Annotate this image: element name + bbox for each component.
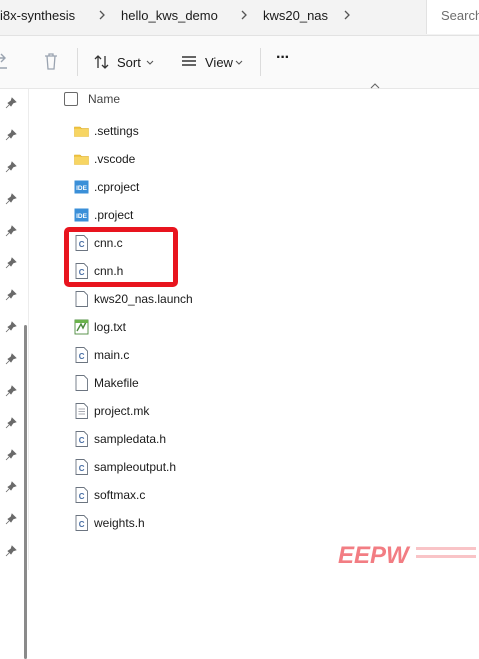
file-row[interactable]: kws20_nas.launch [74, 288, 374, 310]
c-source-file-icon: C [74, 459, 89, 475]
command-bar: Sort View ··· [0, 36, 479, 89]
highlight-annotation [64, 227, 178, 287]
address-bar: i8x-synthesis hello_kws_demo kws20_nas S… [0, 0, 479, 36]
file-name: sampledata.h [94, 432, 167, 446]
folder-icon [74, 123, 89, 139]
file-row[interactable]: project.mk [74, 400, 374, 422]
c-source-file-icon: C [74, 431, 89, 447]
file-name: kws20_nas.launch [94, 292, 193, 306]
pin-icon[interactable] [5, 545, 17, 557]
file-row[interactable]: IDE .cproject [74, 176, 374, 198]
chevron-down-icon [235, 60, 243, 65]
scrollbar-thumb[interactable] [24, 325, 27, 659]
svg-text:IDE: IDE [76, 213, 88, 220]
breadcrumb-chevron-icon[interactable] [343, 8, 351, 22]
file-name: sampleoutput.h [94, 460, 177, 474]
pin-icon[interactable] [5, 97, 17, 109]
file-name: project.mk [94, 404, 150, 418]
file-row[interactable]: Csoftmax.c [74, 484, 374, 506]
pin-icon[interactable] [5, 161, 17, 173]
file-row[interactable]: .settings [74, 120, 374, 142]
search-placeholder: Search [441, 8, 479, 23]
file-name: .settings [94, 124, 139, 138]
file-name: main.c [94, 348, 130, 362]
c-source-file-icon: C [74, 347, 89, 363]
text-file-icon [74, 319, 89, 335]
c-source-file-icon: C [74, 487, 89, 503]
file-row[interactable]: IDE .project [74, 204, 374, 226]
breadcrumb-chevron-icon [99, 10, 105, 20]
file-name: .cproject [94, 180, 140, 194]
blank-file-icon [74, 375, 89, 391]
share-icon[interactable] [0, 50, 12, 74]
file-row[interactable]: .vscode [74, 148, 374, 170]
view-label: View [205, 55, 233, 70]
pin-icon[interactable] [5, 513, 17, 525]
svg-text:IDE: IDE [76, 185, 88, 192]
ide-file-icon: IDE [74, 207, 89, 223]
pin-icon[interactable] [5, 449, 17, 461]
select-all-checkbox[interactable] [64, 92, 78, 106]
breadcrumb-i8x-synthesis[interactable]: i8x-synthesis [0, 8, 75, 23]
file-name: .vscode [94, 152, 136, 166]
file-row[interactable]: Csampleoutput.h [74, 456, 374, 478]
search-input[interactable]: Search [426, 0, 479, 34]
svg-text:C: C [79, 352, 85, 361]
file-row[interactable]: Cweights.h [74, 512, 374, 534]
blank-file-icon [74, 291, 89, 307]
file-name: Makefile [94, 376, 139, 390]
file-name: log.txt [94, 320, 127, 334]
pin-icon[interactable] [5, 257, 17, 269]
ide-file-icon: IDE [74, 179, 89, 195]
folder-icon [74, 151, 89, 167]
pin-icon[interactable] [5, 129, 17, 141]
file-row[interactable]: log.txt [74, 316, 374, 338]
chevron-down-icon [146, 60, 154, 65]
toolbar-divider [77, 48, 78, 76]
view-button[interactable]: View [181, 50, 247, 74]
eepw-watermark-logo: EEPW [338, 542, 476, 567]
sort-button[interactable]: Sort [93, 50, 157, 74]
toolbar-divider [260, 48, 261, 76]
svg-text:C: C [79, 436, 85, 445]
sort-icon [94, 55, 109, 69]
c-source-file-icon: C [74, 515, 89, 531]
delete-icon[interactable] [42, 50, 60, 74]
pin-icon[interactable] [5, 321, 17, 333]
column-header-name[interactable]: Name [88, 92, 120, 106]
pin-icon[interactable] [5, 353, 17, 365]
view-list-icon [182, 56, 196, 66]
file-name: weights.h [94, 516, 145, 530]
pin-icon[interactable] [5, 289, 17, 301]
breadcrumb-kws20-nas[interactable]: kws20_nas [263, 8, 328, 23]
svg-text:C: C [79, 464, 85, 473]
more-options-button[interactable]: ··· [276, 49, 290, 73]
file-row[interactable]: Makefile [74, 372, 374, 394]
file-row[interactable]: Csampledata.h [74, 428, 374, 450]
text-file-icon [74, 403, 89, 419]
svg-text:C: C [79, 492, 85, 501]
svg-text:C: C [79, 520, 85, 529]
pin-icon[interactable] [5, 225, 17, 237]
pin-icon[interactable] [5, 193, 17, 205]
svg-text:EEPW: EEPW [338, 542, 411, 567]
file-row[interactable]: Cmain.c [74, 344, 374, 366]
breadcrumb-chevron-icon [241, 10, 247, 20]
pin-icon[interactable] [5, 481, 17, 493]
pin-icon[interactable] [5, 417, 17, 429]
file-name: .project [94, 208, 134, 222]
sort-ascending-icon [370, 83, 380, 89]
breadcrumb-hello-kws-demo[interactable]: hello_kws_demo [121, 8, 218, 23]
pin-icon[interactable] [5, 385, 17, 397]
navigation-pane [0, 89, 29, 659]
file-name: softmax.c [94, 488, 146, 502]
sort-label: Sort [117, 55, 141, 70]
